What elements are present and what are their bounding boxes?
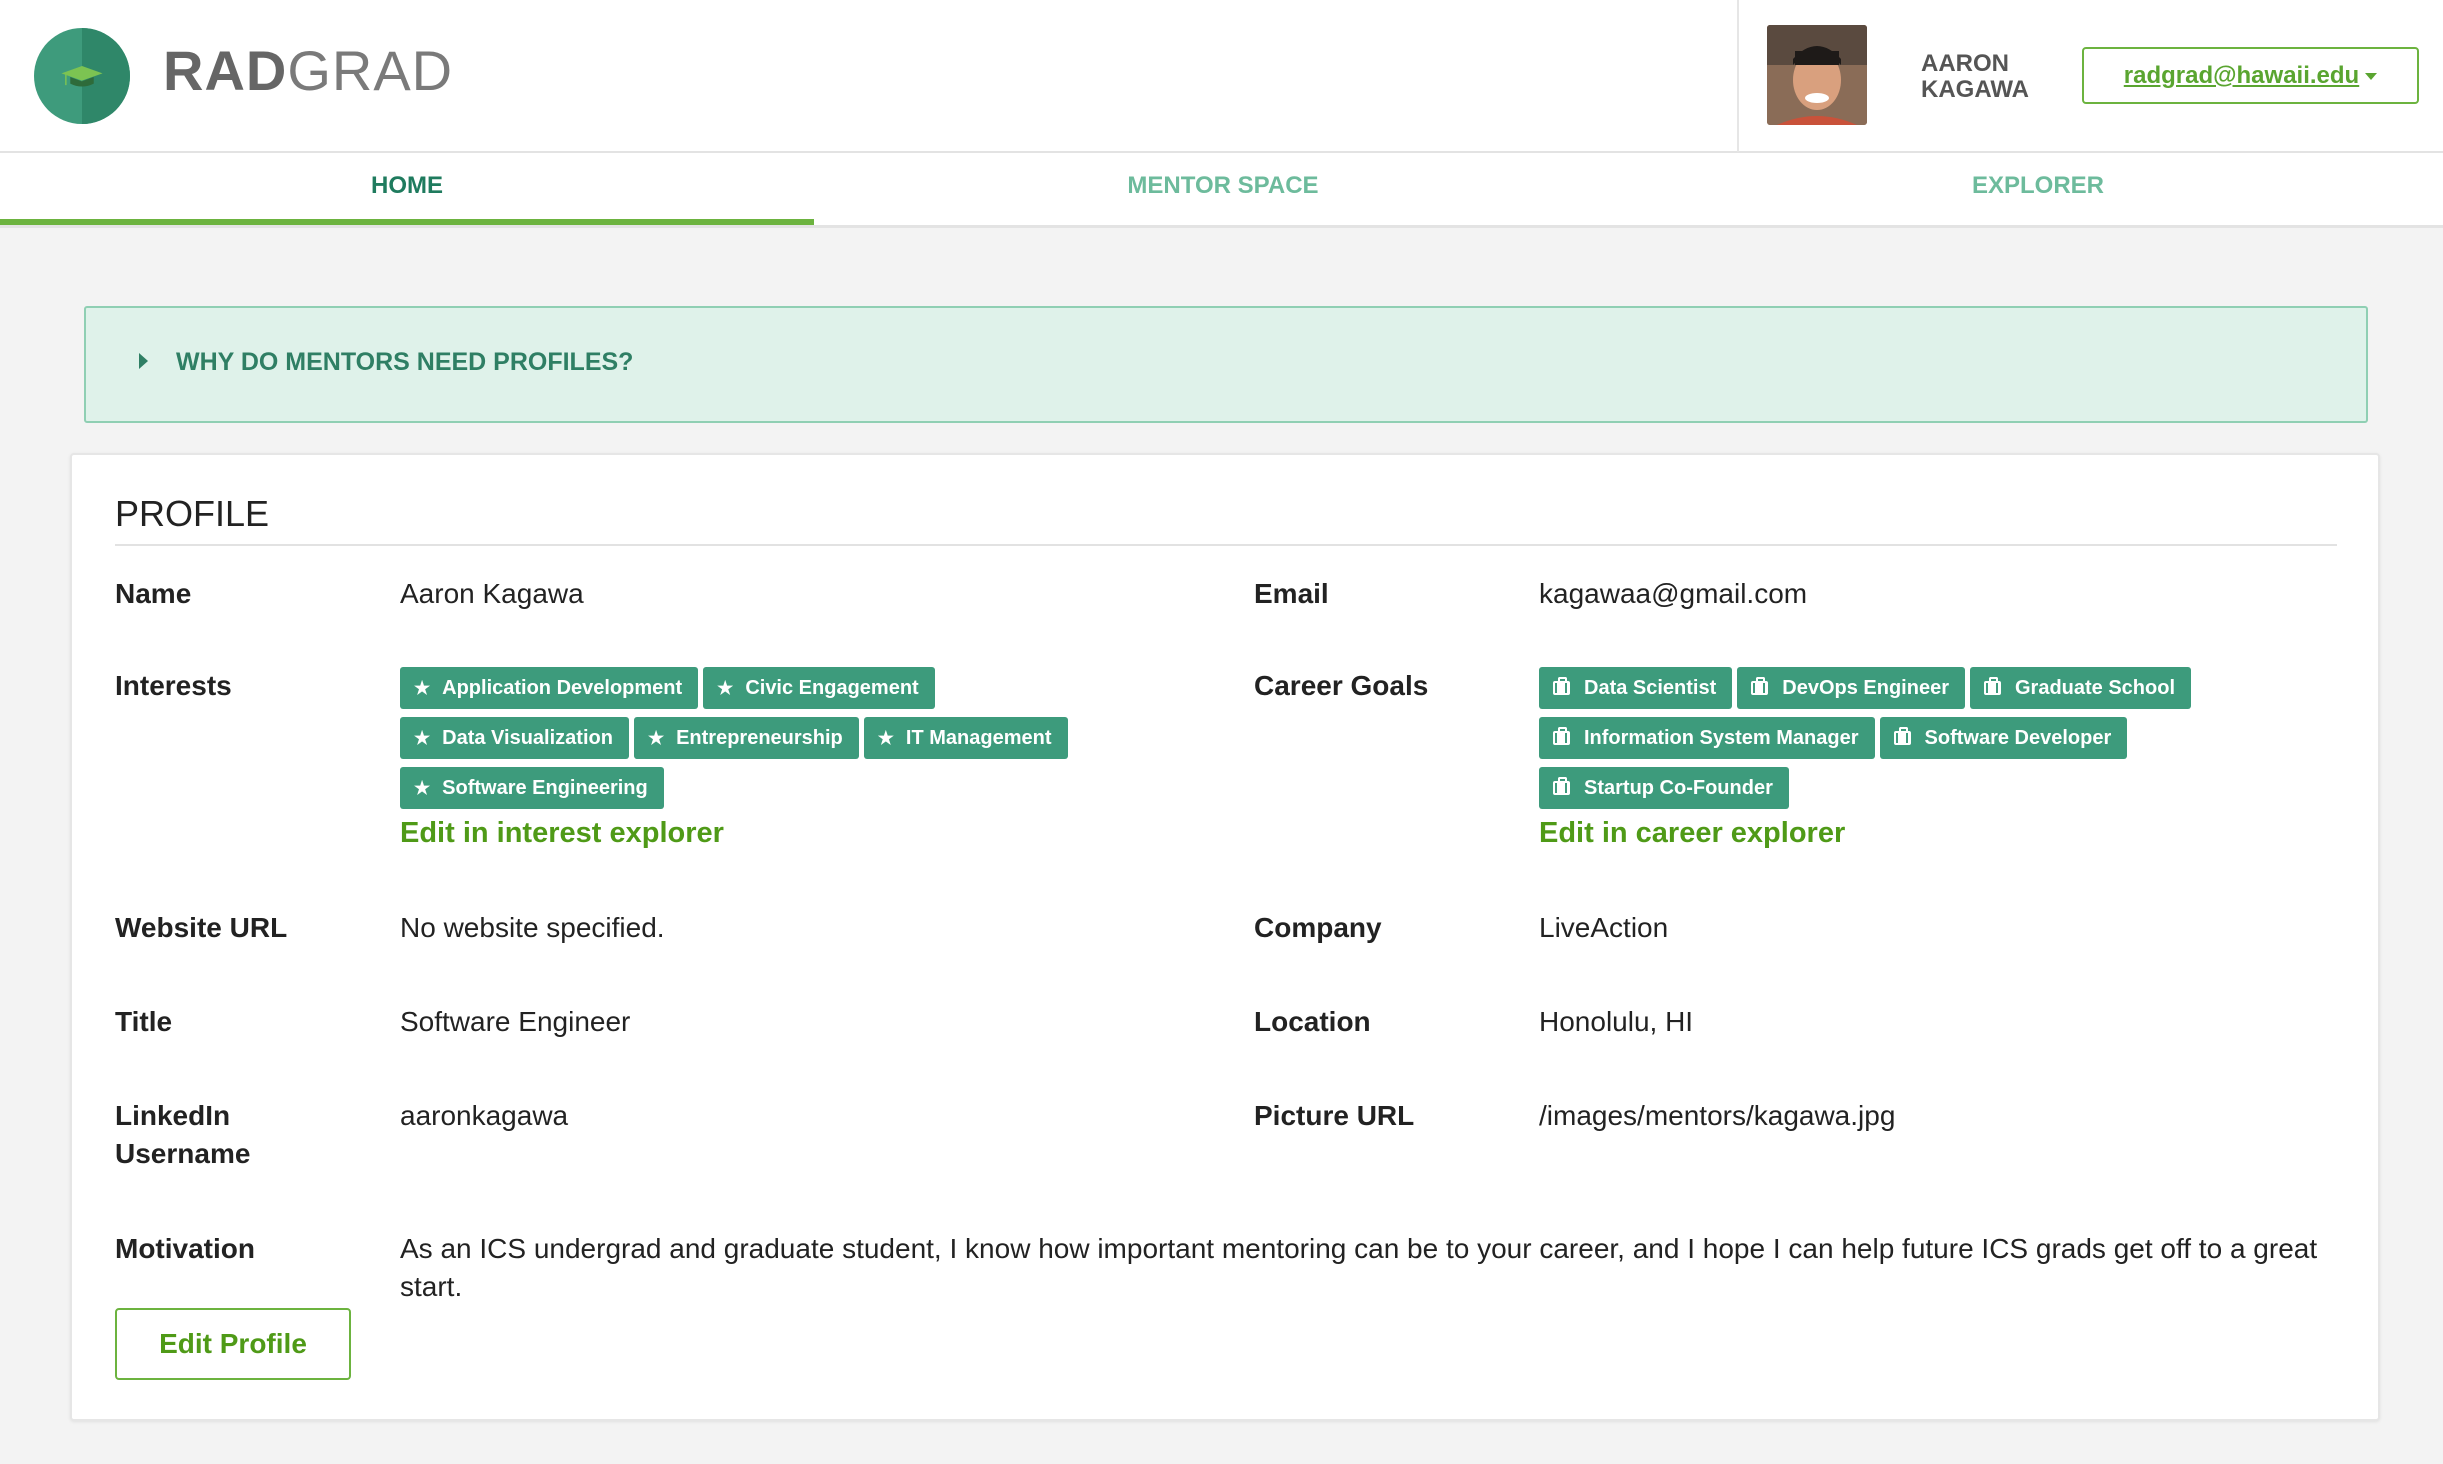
star-icon: ★ xyxy=(414,727,431,748)
picture-url-value: /images/mentors/kagawa.jpg xyxy=(1539,1100,1896,1131)
edit-career-explorer-link[interactable]: Edit in career explorer xyxy=(1539,817,1845,850)
picture-url-label: Picture URL xyxy=(1254,1100,1415,1131)
tab-mentor-space[interactable]: MENTOR SPACE xyxy=(816,153,1630,225)
company-label: Company xyxy=(1254,912,1382,943)
name-value: Aaron Kagawa xyxy=(400,578,584,609)
career-goal-tag[interactable]: DevOps Engineer xyxy=(1737,667,1965,709)
motivation-label: Motivation xyxy=(115,1233,255,1264)
tab-explorer[interactable]: EXPLORER xyxy=(1631,153,2443,225)
website-label: Website URL xyxy=(115,912,288,943)
interest-tag[interactable]: ★ Application Development xyxy=(400,667,699,709)
interests-label: Interests xyxy=(115,670,232,701)
motivation-value: As an ICS undergrad and graduate student… xyxy=(400,1233,2318,1302)
star-icon: ★ xyxy=(877,727,894,748)
star-icon: ★ xyxy=(647,727,665,748)
location-value: Honolulu, HI xyxy=(1539,1006,1694,1037)
briefcase-icon xyxy=(1983,677,2001,695)
star-icon: ★ xyxy=(414,677,431,698)
career-goal-tag[interactable]: Data Scientist xyxy=(1539,667,1733,709)
star-icon: ★ xyxy=(717,677,734,698)
user-menu-dropdown[interactable]: radgrad@hawaii.edu xyxy=(2082,47,2419,104)
interest-tag[interactable]: ★ Data Visualization xyxy=(400,717,629,759)
profile-heading: PROFILE xyxy=(115,493,270,534)
accordion-title: WHY DO MENTORS NEED PROFILES? xyxy=(176,348,634,376)
radgrad-wordmark[interactable]: RADGRAD xyxy=(163,38,453,103)
user-name: AARON KAGAWA xyxy=(1921,50,2029,103)
career-goal-tags: Data Scientist DevOps Engineer Graduate Sc… xyxy=(1539,667,2299,817)
graduation-cap-icon xyxy=(61,66,103,87)
briefcase-icon xyxy=(1893,727,1911,745)
career-goal-tag[interactable]: Information System Manager xyxy=(1539,717,1875,759)
radgrad-logo-icon[interactable] xyxy=(34,28,130,124)
main-nav: HOME MENTOR SPACE EXPLORER xyxy=(0,153,2443,228)
briefcase-icon xyxy=(1553,677,1570,695)
linkedin-value: aaronkagawa xyxy=(400,1100,569,1131)
avatar xyxy=(1767,25,1867,125)
edit-profile-button[interactable]: Edit Profile xyxy=(115,1308,351,1380)
top-header: RADGRAD AARON KAGAWA radgrad@hawaii.edu xyxy=(0,0,2443,153)
profile-card: PROFILE Name Aaron Kagawa Email kagawaa@… xyxy=(70,453,2380,1421)
career-goal-tag[interactable]: Startup Co-Founder xyxy=(1539,767,1789,809)
career-goal-tag[interactable]: Software Developer xyxy=(1879,717,2128,759)
linkedin-label: LinkedIn Username xyxy=(115,1100,251,1169)
interest-tag[interactable]: ★ Software Engineering xyxy=(400,767,664,809)
star-icon: ★ xyxy=(414,777,431,798)
career-goal-tag[interactable]: Graduate School xyxy=(1969,667,2192,709)
tab-home[interactable]: HOME xyxy=(0,153,814,225)
caret-right-icon xyxy=(139,353,148,369)
briefcase-icon xyxy=(1751,677,1769,695)
email-value: kagawaa@gmail.com xyxy=(1539,578,1808,609)
mentor-profile-accordion[interactable]: WHY DO MENTORS NEED PROFILES? xyxy=(84,306,2368,423)
website-value: No website specified. xyxy=(400,912,665,943)
divider xyxy=(115,544,2337,546)
caret-down-icon xyxy=(2365,73,2378,81)
interest-tag[interactable]: ★ Entrepreneurship xyxy=(633,717,859,759)
location-label: Location xyxy=(1254,1006,1371,1037)
briefcase-icon xyxy=(1553,777,1570,795)
email-label: Email xyxy=(1254,578,1329,609)
interest-tags: ★ Application Development ★ Civic Engagemen… xyxy=(400,667,1160,817)
interest-tag[interactable]: ★ IT Management xyxy=(863,717,1068,759)
title-label: Title xyxy=(115,1006,173,1037)
career-goals-label: Career Goals xyxy=(1254,670,1429,701)
interest-tag[interactable]: ★ Civic Engagement xyxy=(703,667,935,709)
header-divider xyxy=(1737,0,1739,152)
name-label: Name xyxy=(115,578,192,609)
edit-interest-explorer-link[interactable]: Edit in interest explorer xyxy=(400,817,724,850)
title-value: Software Engineer xyxy=(400,1006,631,1037)
briefcase-icon xyxy=(1553,727,1570,745)
company-value: LiveAction xyxy=(1539,912,1669,943)
